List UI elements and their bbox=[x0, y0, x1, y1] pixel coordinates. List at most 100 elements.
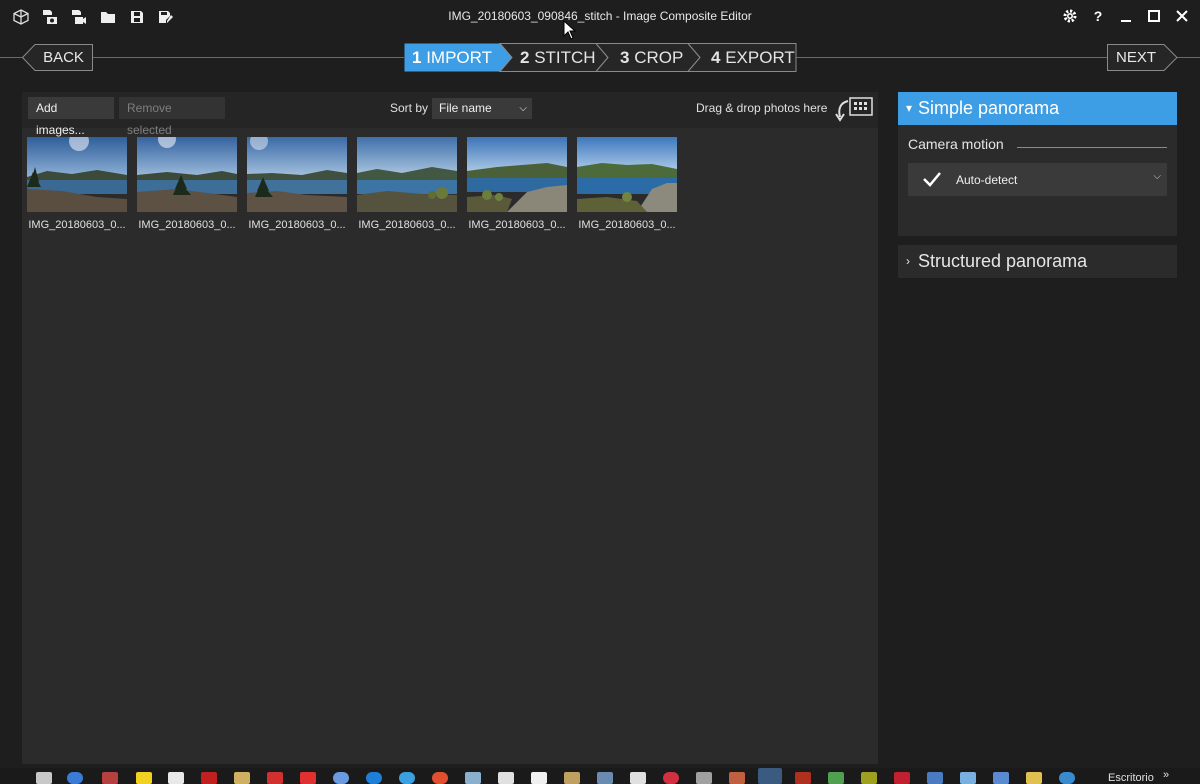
simple-panorama-body: Camera motion Auto-detect ⌵ bbox=[898, 125, 1177, 236]
lake-photo-thumbnail bbox=[357, 137, 457, 212]
taskbar-app-icon[interactable] bbox=[399, 772, 415, 784]
taskbar-app-icon[interactable] bbox=[1059, 772, 1075, 784]
taskbar-app-icon[interactable] bbox=[927, 772, 943, 784]
taskbar-app-icon[interactable] bbox=[1026, 772, 1042, 784]
taskbar-app-icon[interactable] bbox=[102, 772, 118, 784]
taskbar-active-app-icon[interactable] bbox=[758, 768, 782, 784]
wizard-divider bbox=[0, 57, 23, 58]
taskbar-app-icon[interactable] bbox=[267, 772, 283, 784]
minimize-icon[interactable] bbox=[1118, 7, 1134, 25]
camera-motion-label: Camera motion bbox=[908, 136, 1004, 152]
image-thumbnail[interactable]: IMG_20180603_0... bbox=[137, 137, 237, 231]
step-label: CROP bbox=[634, 48, 684, 67]
taskbar-app-icon[interactable] bbox=[960, 772, 976, 784]
taskbar-app-icon[interactable] bbox=[795, 772, 811, 784]
step-number: 3 bbox=[620, 48, 630, 67]
image-thumbnail[interactable]: IMG_20180603_0... bbox=[27, 137, 127, 231]
taskbar-app-icon[interactable] bbox=[333, 772, 349, 784]
lake-photo-thumbnail bbox=[577, 137, 677, 212]
camera-motion-select[interactable]: Auto-detect ⌵ bbox=[908, 163, 1167, 196]
taskbar-app-icon[interactable] bbox=[894, 772, 910, 784]
thumbnail-filename: IMG_20180603_0... bbox=[468, 219, 566, 231]
remove-selected-button[interactable]: Remove selected bbox=[119, 97, 225, 137]
taskbar-app-icon[interactable] bbox=[564, 772, 580, 784]
taskbar-app-icon[interactable] bbox=[531, 772, 547, 784]
windows-taskbar: Escritorio » bbox=[0, 768, 1200, 784]
drag-drop-hint: Drag & drop photos here bbox=[696, 101, 828, 115]
add-images-button[interactable]: Add images... bbox=[28, 97, 114, 137]
sort-by-select[interactable]: File name ⌵ bbox=[432, 98, 532, 119]
thumbnail-filename: IMG_20180603_0... bbox=[248, 219, 346, 231]
taskbar-app-icon[interactable] bbox=[465, 772, 481, 784]
taskbar-app-icon[interactable] bbox=[36, 772, 52, 784]
lake-photo-thumbnail bbox=[247, 137, 347, 212]
back-button[interactable]: BACK bbox=[35, 44, 92, 71]
image-thumbnail[interactable]: IMG_20180603_0... bbox=[357, 137, 457, 231]
settings-icon[interactable] bbox=[1062, 7, 1078, 25]
sort-by-value: File name bbox=[439, 101, 492, 115]
next-button[interactable]: NEXT bbox=[1108, 44, 1164, 71]
step-label: EXPORT bbox=[725, 48, 795, 67]
taskbar-app-icon[interactable] bbox=[300, 772, 316, 784]
drag-drop-photos-icon bbox=[835, 97, 873, 122]
taskbar-app-icon[interactable] bbox=[630, 772, 646, 784]
taskbar-app-icon[interactable] bbox=[498, 772, 514, 784]
desktop-toolbar-label[interactable]: Escritorio bbox=[1108, 772, 1154, 784]
taskbar-app-icon[interactable] bbox=[432, 772, 448, 784]
help-icon[interactable]: ? bbox=[1090, 7, 1106, 25]
image-thumbnail-grid: IMG_20180603_0... IMG_20180603_0... IMG_… bbox=[27, 137, 677, 231]
step-import[interactable]: 1 IMPORT bbox=[412, 43, 492, 72]
sort-by-label: Sort by bbox=[390, 101, 429, 115]
window-title: IMG_20180603_090846_stitch - Image Compo… bbox=[448, 9, 752, 23]
thumbnail-filename: IMG_20180603_0... bbox=[578, 219, 676, 231]
taskbar-app-icon[interactable] bbox=[168, 772, 184, 784]
lake-photo-thumbnail bbox=[467, 137, 567, 212]
taskbar-app-icon[interactable] bbox=[861, 772, 877, 784]
simple-panorama-header[interactable]: ▾ Simple panorama bbox=[898, 92, 1177, 125]
step-export[interactable]: 4 EXPORT bbox=[711, 43, 795, 72]
lake-photo-thumbnail bbox=[137, 137, 237, 212]
thumbnail-filename: IMG_20180603_0... bbox=[28, 219, 126, 231]
chevron-right-icon: › bbox=[906, 254, 910, 268]
wizard-divider bbox=[796, 57, 1108, 58]
taskbar-app-icon[interactable] bbox=[597, 772, 613, 784]
window-controls: ? bbox=[1062, 7, 1190, 25]
mouse-pointer-icon bbox=[563, 20, 577, 40]
wizard-divider bbox=[92, 57, 404, 58]
taskbar-app-icon[interactable] bbox=[234, 772, 250, 784]
step-crop[interactable]: 3 CROP bbox=[620, 43, 683, 72]
step-label: STITCH bbox=[534, 48, 596, 67]
maximize-icon[interactable] bbox=[1146, 7, 1162, 25]
thumbnail-filename: IMG_20180603_0... bbox=[138, 219, 236, 231]
camera-motion-divider bbox=[1017, 147, 1167, 148]
taskbar-overflow-chevron[interactable]: » bbox=[1163, 769, 1169, 781]
camera-motion-value: Auto-detect bbox=[956, 173, 1018, 187]
structured-panorama-header[interactable]: › Structured panorama bbox=[898, 245, 1177, 278]
checkmark-icon bbox=[923, 172, 941, 187]
step-number: 4 bbox=[711, 48, 721, 67]
taskbar-app-icon[interactable] bbox=[201, 772, 217, 784]
taskbar-app-icon[interactable] bbox=[993, 772, 1009, 784]
step-number: 1 bbox=[412, 48, 422, 67]
lake-photo-thumbnail bbox=[27, 137, 127, 212]
taskbar-app-icon[interactable] bbox=[67, 772, 83, 784]
wizard-divider bbox=[1176, 57, 1200, 58]
taskbar-app-icon[interactable] bbox=[696, 772, 712, 784]
import-toolbar: Add images... Remove selected Sort by Fi… bbox=[22, 92, 878, 137]
image-thumbnail[interactable]: IMG_20180603_0... bbox=[467, 137, 567, 231]
taskbar-app-icon[interactable] bbox=[663, 772, 679, 784]
taskbar-app-icon[interactable] bbox=[136, 772, 152, 784]
taskbar-app-icon[interactable] bbox=[828, 772, 844, 784]
taskbar-app-icon[interactable] bbox=[366, 772, 382, 784]
taskbar-app-icon[interactable] bbox=[729, 772, 745, 784]
image-thumbnail[interactable]: IMG_20180603_0... bbox=[577, 137, 677, 231]
thumbnail-filename: IMG_20180603_0... bbox=[358, 219, 456, 231]
image-thumbnail[interactable]: IMG_20180603_0... bbox=[247, 137, 347, 231]
step-stitch[interactable]: 2 STITCH bbox=[520, 43, 596, 72]
panorama-options-panel: ▾ Simple panorama Camera motion Auto-det… bbox=[898, 92, 1177, 278]
wizard-bar: BACK NEXT 1 IMPORT 2 STITCH 3 CROP 4 EXP… bbox=[0, 40, 1200, 74]
step-number: 2 bbox=[520, 48, 530, 67]
structured-panorama-label: Structured panorama bbox=[918, 251, 1088, 271]
close-icon[interactable] bbox=[1174, 7, 1190, 25]
title-bar: IMG_20180603_090846_stitch - Image Compo… bbox=[0, 0, 1200, 40]
